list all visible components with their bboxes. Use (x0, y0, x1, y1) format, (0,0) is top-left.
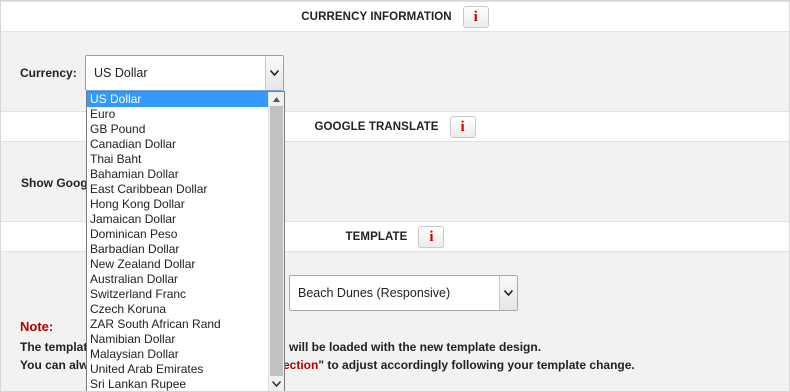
currency-option[interactable]: Malaysian Dollar (87, 347, 284, 362)
currency-option[interactable]: GB Pound (87, 122, 284, 137)
scroll-up-icon[interactable] (269, 92, 284, 106)
currency-option[interactable]: ZAR South African Rand (87, 317, 284, 332)
note-line-1: The templat (20, 340, 87, 354)
scrollbar-thumb[interactable] (270, 106, 283, 376)
note-link-text[interactable]: ection (283, 358, 318, 372)
currency-label: Currency: (20, 66, 77, 80)
currency-option[interactable]: Czech Koruna (87, 302, 284, 317)
currency-option[interactable]: Bahamian Dollar (87, 167, 284, 182)
template-info-button[interactable]: i (418, 225, 445, 248)
scroll-down-icon[interactable] (269, 377, 284, 391)
chevron-down-icon[interactable] (499, 276, 517, 310)
note-line-1-end: will be loaded with the new template des… (289, 340, 542, 354)
settings-panel: CURRENCY INFORMATION i Currency: US Doll… (0, 0, 790, 392)
currency-option[interactable]: US Dollar (87, 92, 284, 107)
google-translate-section-title: GOOGLE TRANSLATE (314, 120, 439, 133)
currency-option[interactable]: Thai Baht (87, 152, 284, 167)
chevron-down-icon[interactable] (265, 56, 283, 90)
currency-option[interactable]: Hong Kong Dollar (87, 197, 284, 212)
google-translate-info-button[interactable]: i (449, 115, 476, 138)
currency-options: US Dollar Euro GB Pound Canadian Dollar Thai… (87, 92, 284, 391)
currency-option[interactable]: East Caribbean Dollar (87, 182, 284, 197)
template-section-title: TEMPLATE (345, 230, 408, 243)
currency-dropdown-list[interactable]: US Dollar Euro GB Pound Canadian Dollar Thai… (86, 91, 285, 391)
show-google-label: Show Goog (21, 176, 88, 190)
note-title: Note: (20, 319, 54, 334)
currency-option[interactable]: Australian Dollar (87, 272, 284, 287)
currency-section-title: CURRENCY INFORMATION (301, 10, 452, 23)
currency-option[interactable]: Switzerland Franc (87, 287, 284, 302)
currency-option[interactable]: New Zealand Dollar (87, 257, 284, 272)
currency-option[interactable]: Euro (87, 107, 284, 122)
dropdown-scrollbar[interactable] (268, 92, 284, 391)
note-line-2-start: You can alw (20, 358, 89, 372)
note-line-2-end: ection" to adjust accordingly following … (283, 358, 635, 372)
currency-section-header: CURRENCY INFORMATION i (1, 1, 789, 32)
currency-option[interactable]: Canadian Dollar (87, 137, 284, 152)
currency-option[interactable]: Sri Lankan Rupee (87, 377, 284, 391)
template-select[interactable]: Beach Dunes (Responsive) (289, 275, 518, 311)
currency-option[interactable]: Barbadian Dollar (87, 242, 284, 257)
currency-option[interactable]: Dominican Peso (87, 227, 284, 242)
currency-option[interactable]: Namibian Dollar (87, 332, 284, 347)
currency-option[interactable]: United Arab Emirates (87, 362, 284, 377)
currency-select[interactable]: US Dollar (85, 55, 284, 91)
currency-option[interactable]: Jamaican Dollar (87, 212, 284, 227)
note-line-1-start: The templat (20, 340, 88, 354)
template-select-value: Beach Dunes (Responsive) (298, 286, 451, 300)
currency-select-value: US Dollar (94, 66, 148, 80)
currency-info-button[interactable]: i (462, 5, 489, 28)
note-line-2-tail: " to adjust accordingly following your t… (318, 358, 635, 372)
